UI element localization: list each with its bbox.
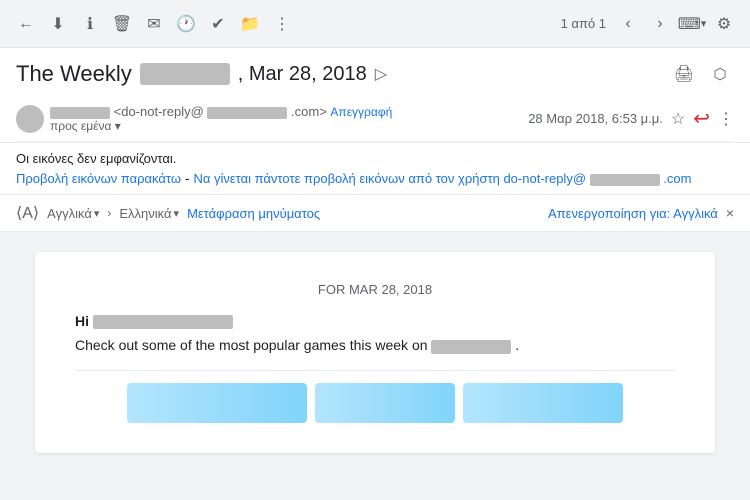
move-icon: 📁	[240, 14, 260, 34]
task-button[interactable]: ✔	[204, 10, 232, 38]
mark-read-icon: ✉	[147, 14, 160, 34]
subject-sender-blurred	[140, 63, 230, 85]
toolbar-right: 1 από 1 ‹ › ⌨ ▾ ⚙	[561, 10, 738, 38]
next-email-button[interactable]: ›	[646, 10, 674, 38]
email-body: FOR MAR 28, 2018 Hi Check out some of th…	[0, 232, 750, 473]
translation-close-button[interactable]: ×	[726, 205, 734, 221]
forward-icon: ▷	[375, 64, 387, 84]
to-lang-button[interactable]: Ελληνικά ▾	[119, 206, 179, 221]
back-button[interactable]: ←	[12, 10, 40, 38]
print-icon: 🖨	[674, 64, 694, 84]
game-platform-blurred	[431, 340, 511, 354]
sender-domain-blurred	[207, 107, 287, 119]
deactivate-translation-link[interactable]: Απενεργοποίηση για: Αγγλικά	[548, 206, 718, 221]
pagination-text: 1 από 1	[561, 16, 606, 31]
sender-name-blurred	[50, 107, 110, 119]
sender-info: <do-not-reply@ .com> Απεγγραφή προς εμέν…	[50, 104, 392, 133]
sender-row: <do-not-reply@ .com> Απεγγραφή προς εμέν…	[16, 96, 734, 142]
email-header: The Weekly , Mar 28, 2018 ▷ 🖨 ⬡ <do-not-…	[0, 48, 750, 142]
toolbar: ← ⬇ ℹ 🗑 ✉ 🕐 ✔ 📁 ⋮ 1 από 1 ‹ › ⌨ ▾ ⚙	[0, 0, 750, 48]
from-lang-caret-icon: ▾	[94, 207, 100, 220]
sender-right: 28 Μαρ 2018, 6:53 μ.μ. ☆ ↩ ⋮	[528, 106, 734, 131]
subject-date-text: , Mar 28, 2018	[238, 63, 367, 86]
images-notice-text: Οι εικόνες δεν εμφανίζονται.	[16, 151, 734, 166]
always-show-images-link[interactable]: Να γίνεται πάντοτε προβολή εικόνων από τ…	[193, 171, 691, 186]
email-divider	[75, 370, 675, 371]
snooze-button[interactable]: 🕐	[172, 10, 200, 38]
more-button[interactable]: ⋮	[268, 10, 296, 38]
avatar	[16, 105, 44, 133]
sender-email-line: <do-not-reply@ .com> Απεγγραφή	[50, 104, 392, 119]
sender-date-text: 28 Μαρ 2018, 6:53 μ.μ.	[528, 111, 663, 126]
translate-icon: ⟨A⟩	[16, 203, 39, 223]
reply-button[interactable]: ↩	[693, 106, 710, 131]
next-icon: ›	[657, 15, 662, 33]
new-window-icon: ⬡	[713, 65, 726, 83]
to-recipient[interactable]: προς εμένα ▾	[50, 119, 392, 133]
translate-message-link[interactable]: Μετάφραση μηνύματος	[187, 206, 320, 221]
to-caret-icon: ▾	[115, 119, 121, 133]
translation-arrow: ›	[107, 206, 111, 220]
translation-bar: ⟨A⟩ Αγγλικά ▾ › Ελληνικά ▾ Μετάφραση μην…	[0, 194, 750, 232]
email-greeting: Hi	[75, 313, 675, 329]
keyboard-caret-icon: ▾	[701, 17, 707, 30]
always-show-domain-blurred	[590, 174, 660, 186]
more-icon: ⋮	[274, 14, 290, 34]
prev-email-button[interactable]: ‹	[614, 10, 642, 38]
email-body-text: Check out some of the most popular games…	[75, 337, 675, 353]
settings-button[interactable]: ⚙	[710, 10, 738, 38]
spam-icon: ℹ	[87, 14, 93, 34]
unsubscribe-link[interactable]: Απεγγραφή	[330, 105, 392, 119]
snooze-icon: 🕐	[176, 14, 196, 34]
image-placeholder-2	[315, 383, 455, 423]
to-lang-caret-icon: ▾	[174, 207, 180, 220]
star-button[interactable]: ☆	[671, 109, 685, 129]
from-lang-button[interactable]: Αγγλικά ▾	[47, 206, 99, 221]
prev-icon: ‹	[625, 15, 630, 33]
archive-button[interactable]: ⬇	[44, 10, 72, 38]
image-placeholder-3	[463, 383, 623, 423]
mark-read-button[interactable]: ✉	[140, 10, 168, 38]
keyboard-icon: ⌨	[678, 14, 701, 34]
image-placeholder-1	[127, 383, 307, 423]
new-window-button[interactable]: ⬡	[706, 60, 734, 88]
sender-email-prefix: <do-not-reply@	[114, 104, 204, 119]
subject-title-text: The Weekly	[16, 61, 132, 87]
keyboard-button[interactable]: ⌨ ▾	[678, 10, 706, 38]
sender-email-suffix: .com>	[291, 104, 327, 119]
subject-actions: 🖨 ⬡	[670, 60, 734, 88]
images-notice: Οι εικόνες δεν εμφανίζονται. Προβολή εικ…	[0, 142, 750, 194]
subject-row: The Weekly , Mar 28, 2018 ▷ 🖨 ⬡	[16, 60, 734, 88]
delete-icon: 🗑	[112, 14, 132, 34]
email-content: FOR MAR 28, 2018 Hi Check out some of th…	[35, 252, 715, 453]
email-image-placeholders	[75, 383, 675, 423]
delete-button[interactable]: 🗑	[108, 10, 136, 38]
spam-button[interactable]: ℹ	[76, 10, 104, 38]
email-date-heading: FOR MAR 28, 2018	[75, 282, 675, 297]
archive-icon: ⬇	[51, 14, 64, 34]
print-button[interactable]: 🖨	[670, 60, 698, 88]
recipient-name-blurred	[93, 315, 233, 329]
email-more-button[interactable]: ⋮	[718, 109, 734, 129]
show-images-link[interactable]: Προβολή εικόνων παρακάτω	[16, 171, 181, 186]
task-icon: ✔	[211, 14, 224, 34]
images-notice-links: Προβολή εικόνων παρακάτω - Να γίνεται πά…	[16, 170, 734, 186]
subject-title: The Weekly , Mar 28, 2018 ▷	[16, 61, 387, 87]
move-button[interactable]: 📁	[236, 10, 264, 38]
sender-left: <do-not-reply@ .com> Απεγγραφή προς εμέν…	[16, 104, 392, 133]
settings-icon: ⚙	[717, 14, 731, 34]
